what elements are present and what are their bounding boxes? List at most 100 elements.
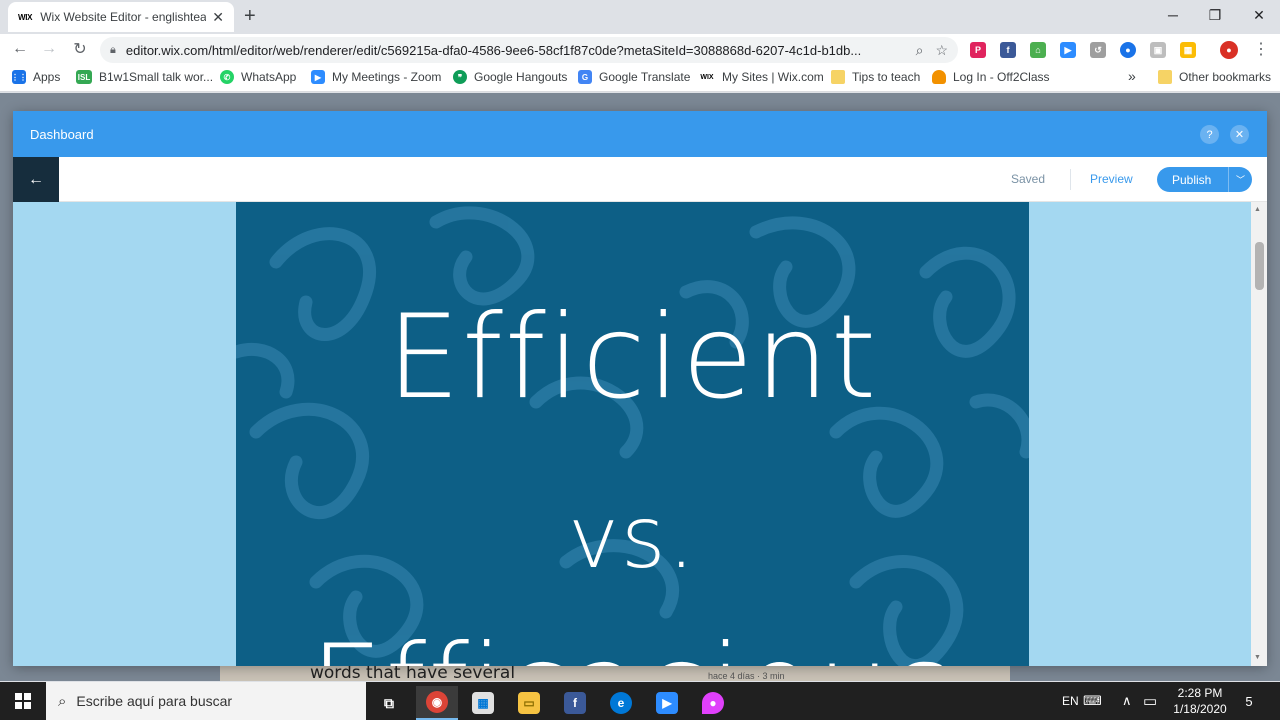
home-extension-icon[interactable]: ⌂ [1030, 42, 1046, 58]
bookmark-whatsapp[interactable]: ✆ WhatsApp [220, 70, 296, 84]
site-preview: Efficient vs. Efficacious ▲ ▼ [13, 202, 1267, 666]
close-icon[interactable]: ✕ [1230, 125, 1249, 144]
search-icon: ⌕ [58, 692, 67, 710]
bookmark-translate[interactable]: G Google Translate [578, 70, 690, 84]
zoom-taskbar-icon[interactable]: ▶ [646, 686, 688, 720]
language-indicator[interactable]: EN [1062, 682, 1079, 720]
tab-strip: WIX Wix Website Editor - englishteac ✕ +… [0, 0, 1280, 34]
bookmark-tips-to-teach[interactable]: Tips to teach [831, 70, 920, 84]
store-taskbar-icon[interactable]: ▦ [462, 686, 504, 720]
hero-word-1: Efficient [386, 290, 879, 425]
sync-extension-icon[interactable]: ↺ [1090, 42, 1106, 58]
hero-word-2: vs. [567, 488, 698, 588]
folder-icon [831, 70, 845, 84]
back-arrow-icon[interactable]: ← [9, 38, 31, 60]
hero-word-3: Efficacious [236, 620, 1029, 666]
bookmark-apps[interactable]: ⋮⋮ Apps [11, 70, 60, 84]
bookmark-label: Google Hangouts [474, 70, 568, 84]
bookmark-label: My Sites | Wix.com [722, 70, 824, 84]
bookmarks-overflow-icon[interactable]: » [1128, 68, 1136, 84]
start-button[interactable] [0, 682, 46, 720]
bookmark-hangouts[interactable]: ❞ Google Hangouts [453, 70, 567, 84]
scroll-up-icon[interactable]: ▲ [1254, 206, 1261, 213]
bookmark-label: Other bookmarks [1179, 70, 1272, 84]
bookmark-label: Log In - Off2Class [953, 70, 1050, 84]
browser-toolbar: ← → ↻ 🔒︎ editor.wix.com/html/editor/web/… [0, 34, 1280, 64]
isl-icon: ISL [76, 70, 92, 84]
notification-center-icon[interactable]: 5 [1238, 690, 1260, 712]
wix-icon: WIX [700, 73, 714, 81]
task-view-icon[interactable]: ⧉ [368, 686, 410, 720]
screenshot-extension-icon[interactable]: ▣ [1150, 42, 1166, 58]
swirl-pattern [236, 206, 1029, 666]
chrome-taskbar-icon[interactable]: ◉ [416, 686, 458, 720]
bookmark-label: WhatsApp [241, 70, 297, 84]
divider [1070, 169, 1071, 190]
back-button[interactable]: ← [13, 157, 59, 202]
menu-kebab-icon[interactable]: ⋮ [1250, 38, 1272, 60]
translate-icon: G [578, 70, 592, 84]
bookmark-star-icon[interactable]: ☆ [935, 42, 948, 59]
off2class-icon [932, 70, 946, 84]
wix-favicon-icon: WIX [18, 12, 33, 22]
tray-chevron-up-icon[interactable]: ∧ [1122, 682, 1132, 720]
bookmark-small-talk[interactable]: ISL B1w1Small talk wor... [76, 70, 213, 84]
lock-icon: 🔒︎ [110, 43, 116, 56]
saved-status: Saved [1011, 172, 1046, 186]
bookmarks-bar: ⋮⋮ Apps ISL B1w1Small talk wor... ✆ What… [0, 64, 1280, 92]
zoom-search-icon[interactable]: ⌕ [916, 42, 924, 59]
restore-icon[interactable]: ❐ [1192, 0, 1238, 30]
file-explorer-icon[interactable]: ▭ [508, 686, 550, 720]
folder-icon [1158, 70, 1172, 84]
minimize-icon[interactable]: ─ [1150, 0, 1196, 30]
tab-close-icon[interactable]: ✕ [212, 9, 224, 26]
preview-button[interactable]: Preview [1090, 172, 1133, 186]
bookmark-wix-sites[interactable]: WIX My Sites | Wix.com [699, 70, 824, 84]
maps-taskbar-icon[interactable]: ● [692, 686, 734, 720]
bookmark-label: Tips to teach [852, 70, 921, 84]
scroll-thumb[interactable] [1255, 242, 1264, 290]
reload-icon[interactable]: ↻ [69, 38, 91, 60]
page-viewport: words that have several hace 4 días · 3 … [0, 93, 1280, 681]
keyboard-icon[interactable]: ⌨ [1083, 682, 1102, 720]
windows-logo-icon [15, 693, 31, 709]
browser-tab[interactable]: WIX Wix Website Editor - englishteac ✕ [8, 2, 234, 32]
profile-avatar-icon[interactable]: ● [1220, 41, 1238, 59]
bookmark-zoom[interactable]: ▶ My Meetings - Zoom [311, 70, 441, 84]
battery-icon[interactable]: ▭ [1143, 682, 1157, 720]
vertical-scrollbar[interactable]: ▲ ▼ [1251, 202, 1267, 666]
publish-button[interactable]: Publish ﹀ [1157, 167, 1252, 192]
whatsapp-icon: ✆ [220, 70, 234, 84]
address-bar[interactable]: 🔒︎ editor.wix.com/html/editor/web/render… [100, 37, 958, 63]
window-close-icon[interactable]: ✕ [1236, 0, 1280, 30]
tab-title: Wix Website Editor - englishteac [40, 10, 207, 24]
facebook-taskbar-icon[interactable]: f [554, 686, 596, 720]
modal-title: Dashboard [30, 126, 94, 142]
search-placeholder: Escribe aquí para buscar [76, 693, 233, 709]
hangouts-icon: ❞ [453, 70, 467, 84]
bookmark-label: Google Translate [599, 70, 691, 84]
url-text: editor.wix.com/html/editor/web/renderer/… [125, 42, 862, 58]
underlying-meta: hace 4 días · 3 min [708, 671, 785, 681]
zoom-extension-icon[interactable]: ▶ [1060, 42, 1076, 58]
taskbar-clock[interactable]: 2:28 PM 1/18/2020 [1170, 685, 1230, 717]
bookmark-label: My Meetings - Zoom [332, 70, 442, 84]
apps-grid-icon: ⋮⋮ [11, 70, 27, 84]
forward-arrow-icon[interactable]: → [38, 38, 60, 60]
facebook-extension-icon[interactable]: f [1000, 42, 1016, 58]
notification-count: 5 [1245, 693, 1253, 709]
clock-date: 1/18/2020 [1173, 702, 1227, 716]
scroll-down-icon[interactable]: ▼ [1254, 654, 1261, 661]
edge-taskbar-icon[interactable]: e [600, 686, 642, 720]
bookmark-other[interactable]: Other bookmarks [1158, 70, 1271, 84]
windows-taskbar: ⌕ Escribe aquí para buscar ⧉ ◉ ▦ ▭ f e ▶… [0, 682, 1280, 720]
pocket-extension-icon[interactable]: P [970, 42, 986, 58]
chevron-down-icon[interactable]: ﹀ [1229, 173, 1252, 186]
account-extension-icon[interactable]: ● [1120, 42, 1136, 58]
bookmark-off2class[interactable]: Log In - Off2Class [932, 70, 1050, 84]
publish-label: Publish [1172, 172, 1212, 187]
help-icon[interactable]: ? [1200, 125, 1219, 144]
new-tab-button[interactable]: + [244, 6, 256, 26]
taskbar-search[interactable]: ⌕ Escribe aquí para buscar [46, 682, 366, 720]
office-extension-icon[interactable]: ▦ [1180, 42, 1196, 58]
